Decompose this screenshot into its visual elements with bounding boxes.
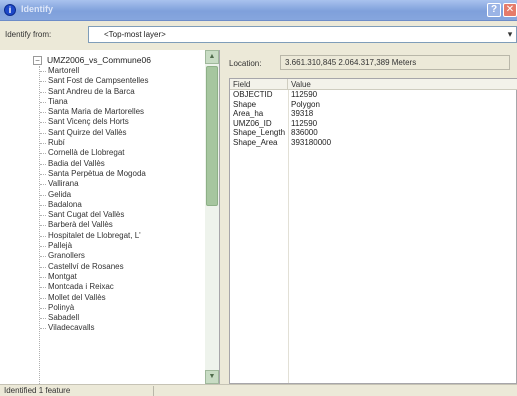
tree-item[interactable]: Hospitalet de Llobregat, L' bbox=[40, 231, 205, 241]
attribute-table[interactable]: Field Value OBJECTID 112590 Shape Polygon Ar… bbox=[229, 78, 517, 384]
table-row[interactable]: Shape_Area 393180000 bbox=[230, 138, 517, 148]
scroll-down-icon[interactable]: ▼ bbox=[205, 370, 219, 384]
tree-item[interactable]: Badalona bbox=[40, 200, 205, 210]
tree-item[interactable]: Sant Vicenç dels Horts bbox=[40, 117, 205, 127]
field-name-cell: Shape_Area bbox=[233, 137, 278, 147]
table-row[interactable]: Shape_Length 836000 bbox=[230, 128, 517, 138]
tree-item[interactable]: Pallejà bbox=[40, 241, 205, 251]
tree-item[interactable]: Viladecavalls bbox=[40, 323, 205, 333]
field-name-cell: OBJECTID bbox=[233, 90, 273, 99]
tree-scrollbar[interactable]: ▲ ▼ bbox=[205, 50, 219, 384]
tree-item[interactable]: Sabadell bbox=[40, 313, 205, 323]
field-name-cell: Area_ha bbox=[233, 109, 264, 118]
results-tree[interactable]: − UMZ2006_vs_Commune06 Martorell Sant Fos… bbox=[0, 50, 220, 384]
field-value-cell: 39318 bbox=[291, 109, 314, 118]
tree-item[interactable]: Barberà del Vallès bbox=[40, 220, 205, 230]
status-text: Identified 1 feature bbox=[4, 386, 71, 395]
tree-item[interactable]: Sant Andreu de la Barca bbox=[40, 87, 205, 97]
column-header-field[interactable]: Field bbox=[230, 79, 288, 90]
tree-item[interactable]: Tiana bbox=[40, 97, 205, 107]
location-label: Location: bbox=[229, 59, 262, 68]
tree-item[interactable]: Polinyà bbox=[40, 303, 205, 313]
tree-item[interactable]: Cornellà de Llobregat bbox=[40, 148, 205, 158]
table-row[interactable]: UMZ06_ID 112590 bbox=[230, 119, 517, 129]
tree-item[interactable]: Gelida bbox=[40, 190, 205, 200]
tree-item[interactable]: Martorell bbox=[40, 66, 205, 76]
tree-item[interactable]: Santa Maria de Martorelles bbox=[40, 107, 205, 117]
field-value-cell: 393180000 bbox=[291, 137, 332, 147]
field-name-cell: UMZ06_ID bbox=[233, 118, 272, 128]
tree-item[interactable]: Montcada i Reixac bbox=[40, 282, 205, 292]
table-row[interactable]: Shape Polygon bbox=[230, 100, 517, 110]
field-name-cell: Shape bbox=[233, 99, 257, 109]
scroll-thumb[interactable] bbox=[206, 66, 218, 206]
status-bar: Identified 1 feature bbox=[0, 384, 517, 396]
info-icon: i bbox=[4, 4, 16, 16]
status-separator bbox=[153, 386, 154, 396]
field-value-cell: 112590 bbox=[291, 118, 318, 128]
identify-from-row: Identify from: <Top-most layer> ▾ bbox=[0, 21, 517, 48]
tree-item[interactable]: Castellví de Rosanes bbox=[40, 262, 205, 272]
feature-details-panel: Location: 3.661.310,845 2.064.317,389 Me… bbox=[221, 50, 517, 384]
scroll-up-icon[interactable]: ▲ bbox=[205, 50, 219, 64]
location-value[interactable]: 3.661.310,845 2.064.317,389 Meters bbox=[280, 55, 510, 70]
table-row[interactable]: Area_ha 39318 bbox=[230, 109, 517, 119]
tree-feature-list: Martorell Sant Fost de Campsentelles Sant … bbox=[40, 66, 205, 334]
tree-item[interactable]: Montgat bbox=[40, 272, 205, 282]
column-header-value[interactable]: Value bbox=[288, 79, 517, 90]
tree-root-layer[interactable]: UMZ2006_vs_Commune06 bbox=[47, 55, 151, 65]
field-value-cell: 836000 bbox=[291, 128, 318, 137]
title-bar: i Identify ? ✕ bbox=[0, 0, 517, 21]
field-value-cell: 112590 bbox=[291, 90, 318, 99]
help-button[interactable]: ? bbox=[487, 3, 501, 17]
tree-item[interactable]: Granollers bbox=[40, 251, 205, 261]
close-button[interactable]: ✕ bbox=[503, 3, 517, 17]
tree-item[interactable]: Mollet del Vallès bbox=[40, 293, 205, 303]
tree-item[interactable]: Sant Quirze del Vallès bbox=[40, 128, 205, 138]
tree-item[interactable]: Vallirana bbox=[40, 179, 205, 189]
table-row[interactable]: OBJECTID 112590 bbox=[230, 90, 517, 100]
identify-from-label: Identify from: bbox=[5, 30, 52, 39]
attribute-table-header: Field Value bbox=[230, 79, 517, 90]
collapse-icon[interactable]: − bbox=[33, 56, 42, 65]
identify-from-value: <Top-most layer> bbox=[104, 30, 166, 39]
window-title: Identify bbox=[21, 4, 54, 14]
tree-item[interactable]: Santa Perpètua de Mogoda bbox=[40, 169, 205, 179]
tree-item[interactable]: Sant Cugat del Vallès bbox=[40, 210, 205, 220]
field-value-cell: Polygon bbox=[291, 99, 320, 109]
tree-item[interactable]: Rubí bbox=[40, 138, 205, 148]
chevron-down-icon[interactable]: ▾ bbox=[504, 27, 516, 42]
tree-item[interactable]: Badia del Vallès bbox=[40, 159, 205, 169]
field-name-cell: Shape_Length bbox=[233, 128, 286, 137]
identify-from-dropdown[interactable]: <Top-most layer> ▾ bbox=[88, 26, 517, 43]
attribute-rows: OBJECTID 112590 Shape Polygon Area_ha 39318 UM… bbox=[230, 90, 517, 147]
tree-item[interactable]: Sant Fost de Campsentelles bbox=[40, 76, 205, 86]
